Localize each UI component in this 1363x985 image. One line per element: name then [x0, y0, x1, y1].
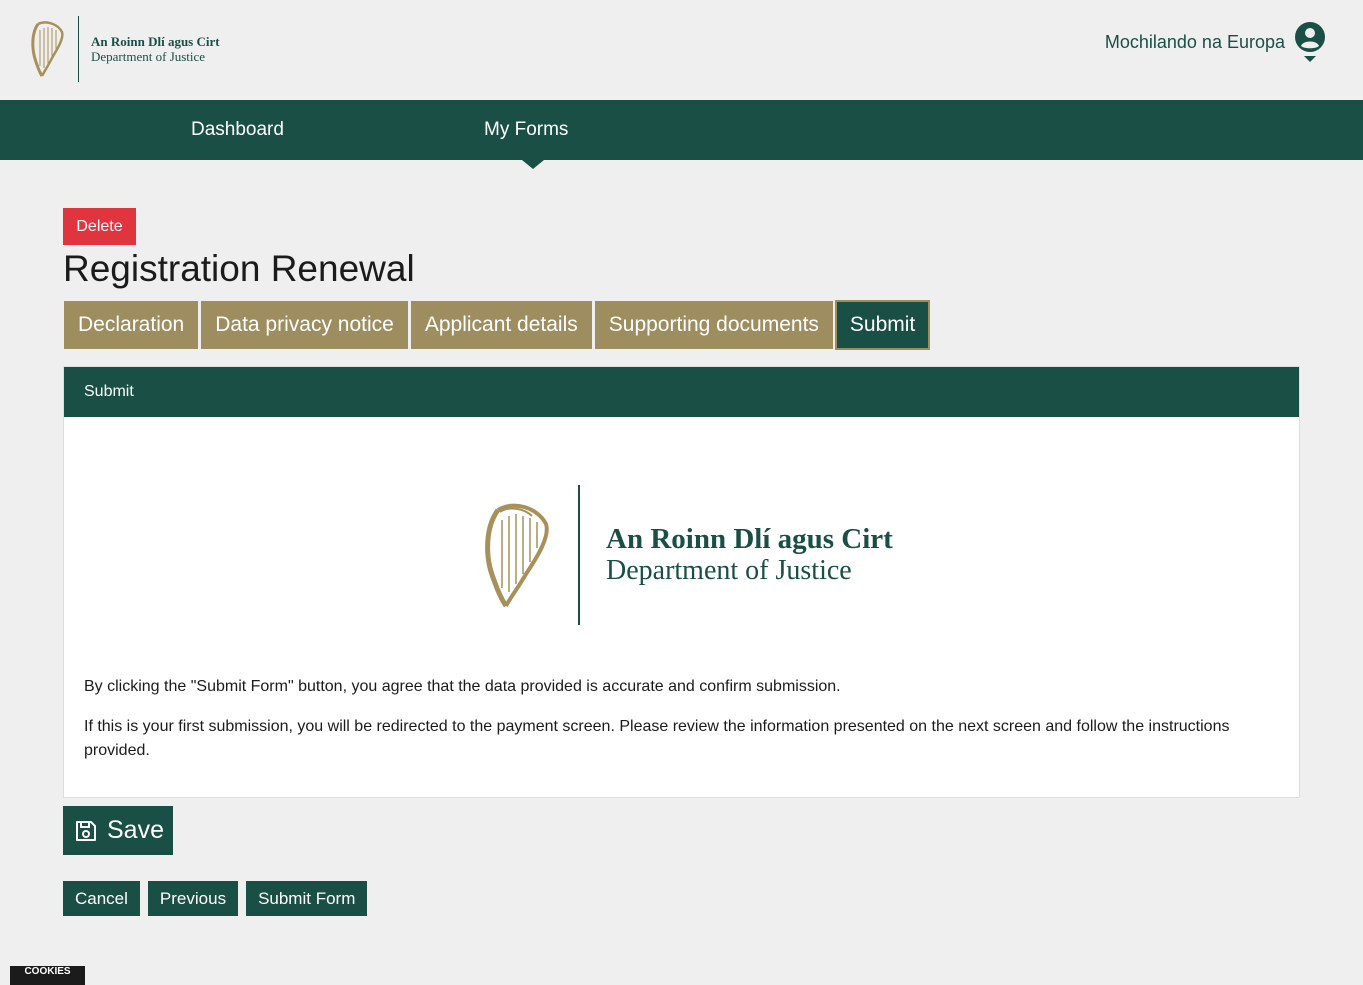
- form-actions: Cancel Previous Submit Form: [63, 881, 375, 916]
- site-header: An Roinn Dlí agus Cirt Department of Jus…: [0, 0, 1363, 100]
- tab-submit[interactable]: Submit: [834, 300, 931, 350]
- submit-form-button[interactable]: Submit Form: [246, 881, 368, 916]
- nav-item-dashboard[interactable]: Dashboard: [191, 119, 284, 141]
- harp-icon: [31, 21, 64, 77]
- tab-declaration[interactable]: Declaration: [63, 300, 200, 350]
- department-logo[interactable]: An Roinn Dlí agus Cirt Department of Jus…: [28, 16, 220, 82]
- submit-instructions: By clicking the "Submit Form" button, yo…: [84, 675, 1279, 779]
- cookies-button[interactable]: COOKIES: [10, 966, 85, 985]
- save-label: Save: [107, 816, 164, 844]
- delete-button[interactable]: Delete: [63, 208, 136, 245]
- main-nav: Dashboard My Forms: [0, 100, 1363, 160]
- logo-divider: [78, 16, 79, 82]
- nav-item-my-forms[interactable]: My Forms: [484, 119, 568, 141]
- user-menu-toggle[interactable]: [1295, 22, 1325, 62]
- previous-button[interactable]: Previous: [147, 881, 239, 916]
- submit-panel: Submit An Roinn Dlí agus Cirt Department…: [63, 366, 1300, 798]
- cancel-button[interactable]: Cancel: [63, 881, 140, 916]
- user-menu[interactable]: Mochilando na Europa: [1105, 22, 1325, 62]
- save-button[interactable]: Save: [63, 806, 173, 855]
- panel-header: Submit: [64, 367, 1299, 417]
- tab-supporting-documents[interactable]: Supporting documents: [593, 300, 834, 350]
- logo-divider: [578, 485, 580, 625]
- form-tabs: Declaration Data privacy notice Applican…: [63, 300, 931, 350]
- chevron-down-icon: [1304, 56, 1316, 62]
- floppy-disk-icon: [76, 820, 96, 841]
- tab-data-privacy-notice[interactable]: Data privacy notice: [200, 300, 409, 350]
- department-logo-large: An Roinn Dlí agus Cirt Department of Jus…: [478, 485, 893, 625]
- user-name: Mochilando na Europa: [1104, 32, 1285, 52]
- logo-english-name: Department of Justice: [91, 49, 206, 64]
- user-circle-icon: [1295, 22, 1325, 52]
- logo-irish-name: An Roinn Dlí agus Cirt: [91, 34, 220, 49]
- instruction-agree: By clicking the "Submit Form" button, yo…: [84, 678, 841, 695]
- logo-text: An Roinn Dlí agus Cirt Department of Jus…: [91, 34, 220, 64]
- logo-irish-name: An Roinn Dlí agus Cirt: [606, 523, 893, 555]
- page-title: Registration Renewal: [63, 248, 415, 289]
- active-nav-indicator: [522, 160, 544, 169]
- logo-text-large: An Roinn Dlí agus Cirt Department of Jus…: [606, 523, 893, 587]
- instruction-payment: If this is your first submission, you wi…: [84, 718, 1230, 759]
- harp-icon: [485, 503, 549, 608]
- tab-applicant-details[interactable]: Applicant details: [409, 300, 593, 350]
- logo-english-name: Department of Justice: [606, 555, 852, 586]
